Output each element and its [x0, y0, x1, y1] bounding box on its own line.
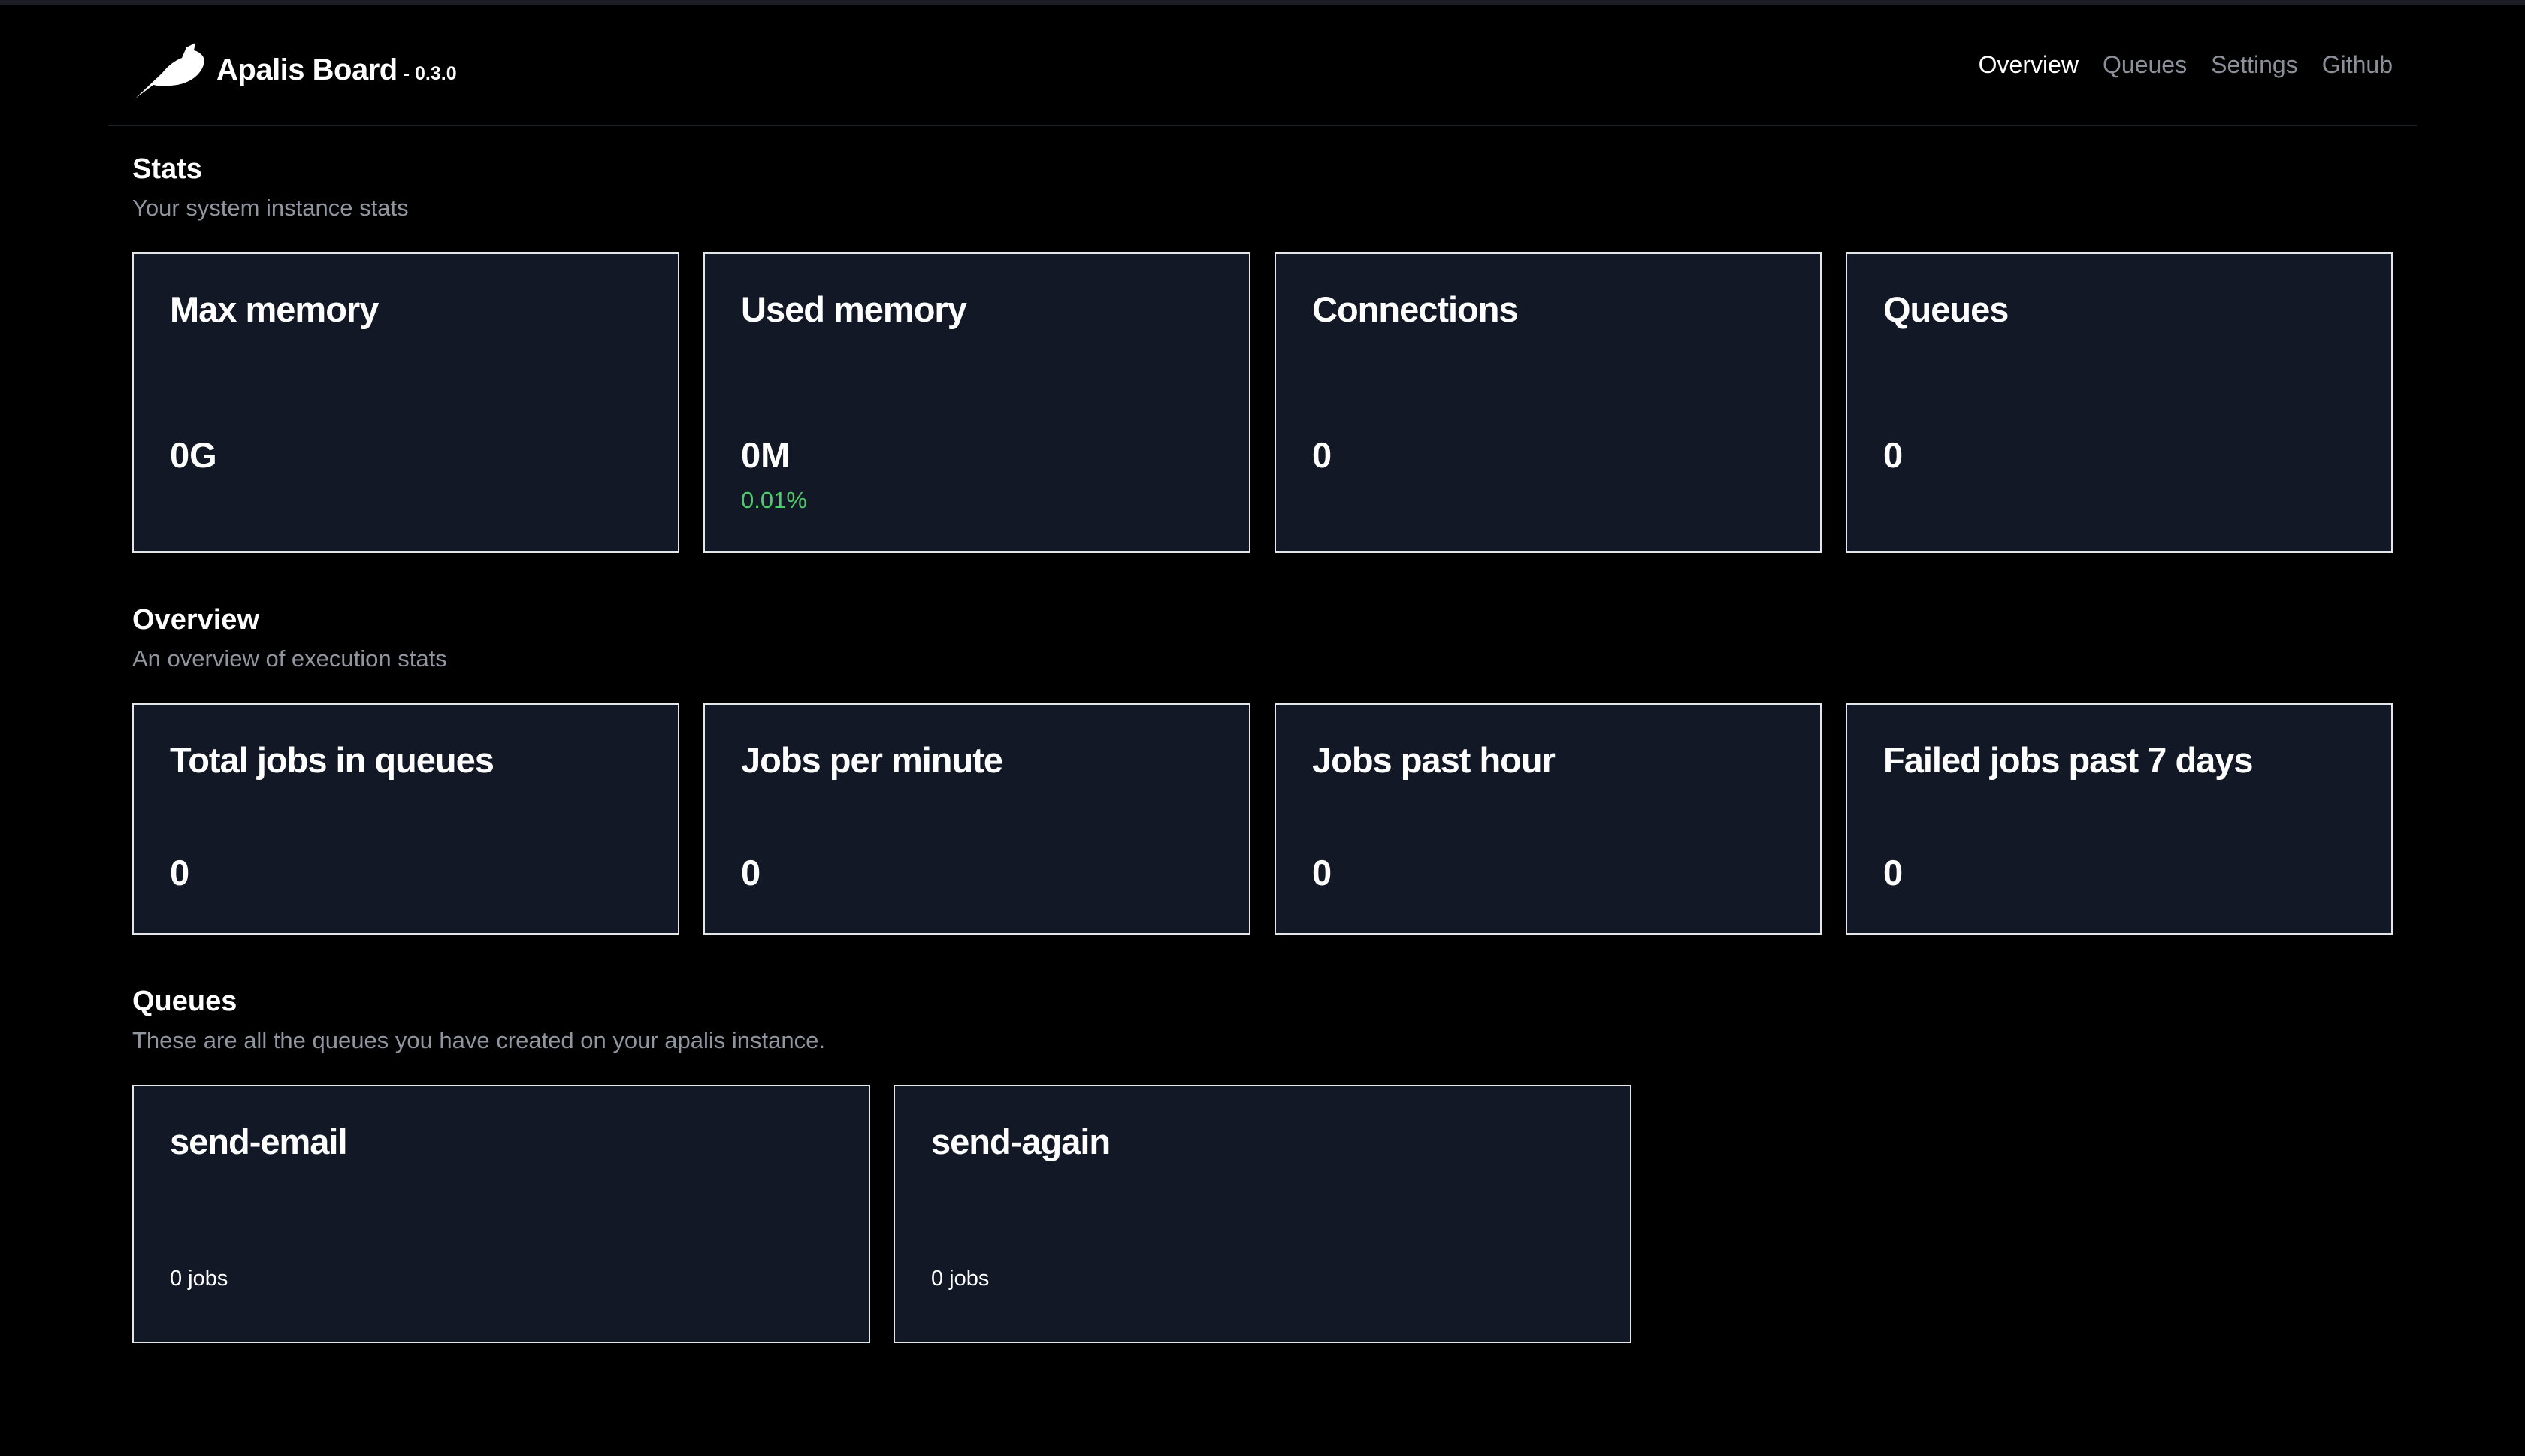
- brand-version: - 0.3.0: [403, 62, 457, 84]
- overview-card-failed-jobs: Failed jobs past 7 days 0: [1846, 703, 2393, 935]
- queue-name: send-email: [170, 1122, 348, 1161]
- overview-card-jobs-past-hour: Jobs past hour 0: [1275, 703, 1822, 935]
- top-header: Apalis Board - 0.3.0 Overview Queues Set…: [108, 5, 2417, 126]
- memory-percent: 0.01%: [741, 487, 807, 513]
- card-title: Failed jobs past 7 days: [1883, 740, 2254, 780]
- card-value: 0: [1312, 435, 1332, 475]
- overview-card-total-jobs: Total jobs in queues 0: [132, 703, 679, 935]
- nav-overview[interactable]: Overview: [1979, 51, 2079, 79]
- card-title: Queues: [1883, 289, 2009, 329]
- queues-title: Queues: [132, 986, 237, 1017]
- queue-job-count: 0 jobs: [170, 1267, 228, 1291]
- stats-title: Stats: [132, 153, 202, 185]
- stat-card-queues: Queues 0: [1846, 252, 2393, 553]
- card-title: Jobs past hour: [1312, 740, 1556, 780]
- queue-card-send-again[interactable]: send-again 0 jobs: [894, 1085, 1631, 1343]
- nav-queues[interactable]: Queues: [2103, 51, 2187, 79]
- stat-card-used-memory: Used memory 0M 0.01%: [703, 252, 1250, 553]
- stat-card-connections: Connections 0: [1275, 252, 1822, 553]
- overview-section: Overview An overview of execution stats: [132, 604, 2393, 672]
- card-title: Jobs per minute: [741, 740, 1003, 780]
- nav-github[interactable]: Github: [2322, 51, 2393, 79]
- card-value: 0: [170, 853, 190, 893]
- card-value: 0M: [741, 435, 791, 475]
- brand[interactable]: Apalis Board - 0.3.0: [132, 38, 457, 102]
- card-value: 0: [1883, 435, 1904, 475]
- nav-settings[interactable]: Settings: [2211, 51, 2298, 79]
- queue-card-send-email[interactable]: send-email 0 jobs: [132, 1085, 870, 1343]
- queues-section: Queues These are all the queues you have…: [132, 986, 2393, 1054]
- brand-name: Apalis Board: [216, 53, 398, 86]
- overview-title: Overview: [132, 604, 259, 636]
- overview-subtitle: An overview of execution stats: [132, 645, 447, 672]
- card-value: 0G: [170, 435, 217, 475]
- stats-section: Stats Your system instance stats: [132, 153, 2393, 222]
- overview-card-jobs-per-minute: Jobs per minute 0: [703, 703, 1250, 935]
- queue-name: send-again: [931, 1122, 1111, 1161]
- main-nav: Overview Queues Settings Github: [1979, 51, 2393, 79]
- stats-subtitle: Your system instance stats: [132, 195, 409, 221]
- stat-card-max-memory: Max memory 0G: [132, 252, 679, 553]
- card-value: 0: [741, 853, 761, 893]
- queues-subtitle: These are all the queues you have create…: [132, 1027, 825, 1053]
- card-title: Connections: [1312, 289, 1519, 329]
- card-title: Total jobs in queues: [170, 740, 494, 780]
- card-title: Used memory: [741, 289, 967, 329]
- queue-job-count: 0 jobs: [931, 1267, 990, 1291]
- card-value: 0: [1883, 853, 1904, 893]
- card-value: 0: [1312, 853, 1332, 893]
- bird-icon: [135, 43, 204, 98]
- card-title: Max memory: [170, 289, 379, 329]
